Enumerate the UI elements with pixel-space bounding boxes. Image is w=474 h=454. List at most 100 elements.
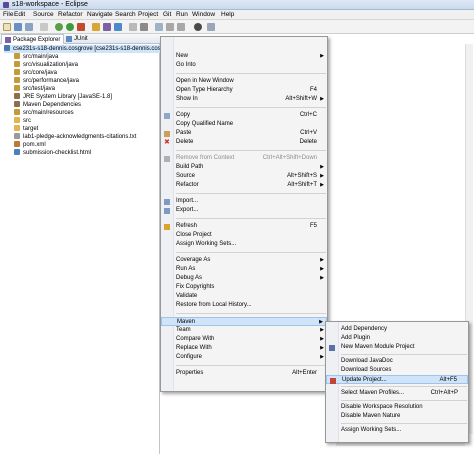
tab-junit[interactable]: JUnit bbox=[63, 34, 91, 44]
menu-item-source[interactable]: Source Alt+Shift+S ▶ bbox=[161, 172, 327, 181]
tree-item-label: src bbox=[23, 118, 31, 124]
menu-item-delete[interactable]: ✖ Delete Delete bbox=[161, 138, 327, 147]
menu-item-replace-with[interactable]: Replace With ▶ bbox=[161, 344, 327, 353]
menu-item-build-path[interactable]: Build Path ▶ bbox=[161, 163, 327, 172]
tree-item[interactable]: Maven Dependencies bbox=[14, 101, 160, 109]
menu-item-assign-working-sets[interactable]: Assign Working Sets... bbox=[326, 426, 468, 435]
debug-icon[interactable] bbox=[55, 23, 63, 31]
tree-project-root[interactable]: cse231s-s18-dennis.cosgrove [cse231s-s18… bbox=[4, 45, 176, 53]
tree-item-label: cse231s-s18-dennis.cosgrove [cse231s-s18… bbox=[13, 46, 176, 52]
menu-item-refresh[interactable]: Refresh F5 bbox=[161, 222, 327, 231]
menu-item-new[interactable]: New ▶ bbox=[161, 52, 327, 61]
new-package-icon[interactable] bbox=[103, 23, 111, 31]
menu-item-properties[interactable]: Properties Alt+Enter bbox=[161, 369, 327, 378]
menu-item-debug-as[interactable]: Debug As ▶ bbox=[161, 274, 327, 283]
print-icon[interactable] bbox=[40, 23, 48, 31]
delete-icon: ✖ bbox=[164, 139, 170, 146]
menu-item-refactor[interactable]: Refactor Alt+Shift+T ▶ bbox=[161, 181, 327, 190]
menu-item-update-project[interactable]: Update Project... Alt+F5 bbox=[326, 375, 468, 384]
menu-refactor[interactable]: Refactor bbox=[58, 11, 83, 18]
menu-item-run-as[interactable]: Run As ▶ bbox=[161, 265, 327, 274]
submenu-arrow-icon: ▶ bbox=[320, 96, 324, 102]
menu-item-select-maven-profiles[interactable]: Select Maven Profiles... Ctrl+Alt+P bbox=[326, 389, 468, 398]
menu-item-maven[interactable]: Maven ▶ bbox=[161, 317, 327, 326]
menu-item-go-into[interactable]: Go Into bbox=[161, 61, 327, 70]
new-icon[interactable] bbox=[3, 23, 11, 31]
package-explorer-icon bbox=[5, 37, 11, 43]
new-java-project-icon[interactable] bbox=[92, 23, 100, 31]
coverage-icon[interactable] bbox=[77, 23, 85, 31]
view-tab-strip: Package Explorer JUnit bbox=[0, 34, 160, 44]
menu-item-label: Update Project... bbox=[342, 377, 387, 383]
menu-item-copy-qualified-name[interactable]: Copy Qualified Name bbox=[161, 120, 327, 129]
menu-file[interactable]: File bbox=[3, 11, 13, 18]
tab-package-explorer[interactable]: Package Explorer bbox=[1, 34, 65, 44]
back-icon[interactable] bbox=[166, 23, 174, 31]
menu-item-show-in[interactable]: Show In Alt+Shift+W ▶ bbox=[161, 95, 327, 104]
source-folder-icon bbox=[14, 77, 20, 83]
menu-item-validate[interactable]: Validate bbox=[161, 292, 327, 301]
menu-item-disable-workspace-resolution[interactable]: Disable Workspace Resolution bbox=[326, 403, 468, 412]
tree-item[interactable]: src/performance/java bbox=[14, 77, 160, 85]
menu-separator bbox=[176, 252, 326, 253]
menu-item-open-type-hierarchy[interactable]: Open Type Hierarchy F4 bbox=[161, 86, 327, 95]
menu-item-add-plugin[interactable]: Add Plugin bbox=[326, 334, 468, 343]
menu-run[interactable]: Run bbox=[176, 11, 188, 18]
tree-item[interactable]: lab1-pledge-acknowledgments-citations.tx… bbox=[14, 133, 160, 141]
menu-source[interactable]: Source bbox=[33, 11, 54, 18]
menu-item-open-in-new-window[interactable]: Open in New Window bbox=[161, 77, 327, 86]
menu-git[interactable]: Git bbox=[163, 11, 171, 18]
tree-item[interactable]: JRE System Library [JavaSE-1.8] bbox=[14, 93, 160, 101]
forward-icon[interactable] bbox=[177, 23, 185, 31]
folder-icon bbox=[14, 117, 20, 123]
menu-item-download-sources[interactable]: Download Sources bbox=[326, 366, 468, 375]
menu-item-fix-copyrights[interactable]: Fix Copyrights bbox=[161, 283, 327, 292]
menu-item-coverage-as[interactable]: Coverage As ▶ bbox=[161, 256, 327, 265]
new-class-icon[interactable] bbox=[114, 23, 122, 31]
menu-help[interactable]: Help bbox=[221, 11, 234, 18]
menu-item-label: Run As bbox=[176, 266, 196, 272]
menu-item-new-maven-module-project[interactable]: New Maven Module Project bbox=[326, 343, 468, 352]
menu-item-import[interactable]: Import... bbox=[161, 197, 327, 206]
tree-item[interactable]: pom.xml bbox=[14, 141, 160, 149]
menu-item-configure[interactable]: Configure ▶ bbox=[161, 353, 327, 362]
menu-item-restore-from-local-history[interactable]: Restore from Local History... bbox=[161, 301, 327, 310]
menu-window[interactable]: Window bbox=[192, 11, 215, 18]
run-icon[interactable] bbox=[66, 23, 74, 31]
save-icon[interactable] bbox=[14, 23, 22, 31]
tree-item[interactable]: src bbox=[14, 117, 160, 125]
tree-item[interactable]: src/visualization/java bbox=[14, 61, 160, 69]
menu-item-team[interactable]: Team ▶ bbox=[161, 326, 327, 335]
menu-item-add-dependency[interactable]: Add Dependency bbox=[326, 325, 468, 334]
menu-edit[interactable]: Edit bbox=[14, 11, 25, 18]
menu-item-disable-maven-nature[interactable]: Disable Maven Nature bbox=[326, 412, 468, 421]
menu-item-shortcut: Ctrl+V bbox=[300, 130, 317, 136]
tree-item[interactable]: src/test/java bbox=[14, 85, 160, 93]
tree-item[interactable]: target bbox=[14, 125, 160, 133]
menu-separator bbox=[176, 218, 326, 219]
menu-item-paste[interactable]: Paste Ctrl+V bbox=[161, 129, 327, 138]
github-icon[interactable] bbox=[194, 23, 202, 31]
save-all-icon[interactable] bbox=[25, 23, 33, 31]
menu-item-export[interactable]: Export... bbox=[161, 206, 327, 215]
toolbar-overflow-icon[interactable] bbox=[207, 23, 215, 31]
menu-search[interactable]: Search bbox=[115, 11, 136, 18]
menu-item-compare-with[interactable]: Compare With ▶ bbox=[161, 335, 327, 344]
tree-item[interactable]: src/core/java bbox=[14, 69, 160, 77]
menu-project[interactable]: Project bbox=[138, 11, 158, 18]
menu-item-download-javadoc[interactable]: Download JavaDoc bbox=[326, 357, 468, 366]
open-type-icon[interactable] bbox=[129, 23, 137, 31]
menu-item-copy[interactable]: Copy Ctrl+C bbox=[161, 111, 327, 120]
menu-item-assign-working-sets[interactable]: Assign Working Sets... bbox=[161, 240, 327, 249]
tree-item[interactable]: submission-checklist.html bbox=[14, 149, 160, 157]
folder-icon bbox=[14, 125, 20, 131]
menu-item-label: Team bbox=[176, 327, 191, 333]
tree-item[interactable]: src/main/java bbox=[14, 53, 160, 61]
navigation-icon[interactable] bbox=[155, 23, 163, 31]
menu-navigate[interactable]: Navigate bbox=[87, 11, 113, 18]
menu-item-label: Disable Workspace Resolution bbox=[341, 404, 423, 410]
search-icon[interactable] bbox=[140, 23, 148, 31]
menu-item-label: Open Type Hierarchy bbox=[176, 87, 233, 93]
menu-item-close-project[interactable]: Close Project bbox=[161, 231, 327, 240]
tree-item[interactable]: src/main/resources bbox=[14, 109, 160, 117]
